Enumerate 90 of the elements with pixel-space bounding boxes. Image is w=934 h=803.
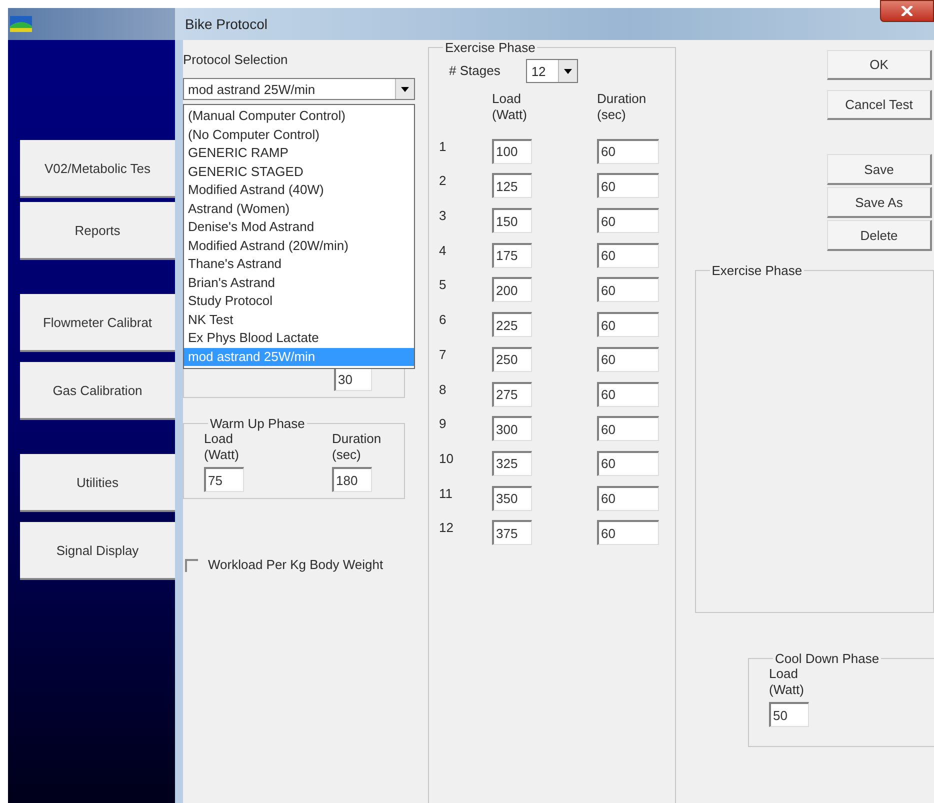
dropdown-option[interactable]: NK Test — [184, 310, 414, 329]
dropdown-option[interactable]: GENERIC STAGED — [184, 162, 414, 181]
app-button[interactable]: Signal Display — [20, 522, 175, 580]
input-field[interactable]: 275 — [492, 382, 532, 406]
unit-label: (sec) — [332, 447, 361, 463]
column-header: Load — [492, 91, 521, 107]
dialog-button[interactable]: Cancel Test — [827, 90, 932, 120]
input-field[interactable]: 60 — [597, 486, 659, 511]
stage-number: 5 — [439, 277, 448, 294]
dropdown-option[interactable]: (No Computer Control) — [184, 126, 414, 144]
dropdown-option[interactable]: (Manual Computer Control) — [184, 107, 414, 126]
stage-number: 11 — [439, 486, 454, 502]
unit-label: (Watt) — [492, 107, 527, 123]
input-field[interactable]: 125 — [492, 173, 532, 198]
dropdown-option[interactable]: GENERIC RAMP — [184, 144, 414, 162]
column-header: Duration — [597, 91, 646, 107]
column-label: Load — [769, 666, 798, 682]
input-field[interactable]: 60 — [597, 520, 659, 546]
dropdown-option[interactable]: Astrand (Women) — [184, 200, 414, 218]
dialog-button[interactable]: OK — [827, 50, 932, 80]
dropdown-option[interactable]: Modified Astrand (20W/min) — [184, 236, 414, 255]
input-field[interactable]: 60 — [597, 346, 659, 372]
app-button[interactable]: V02/Metabolic Tes — [20, 140, 175, 198]
input-field[interactable]: 75 — [204, 467, 244, 492]
stage-number: 1 — [439, 138, 448, 155]
group-title: Exercise Phase — [710, 263, 804, 278]
input-field[interactable]: 200 — [492, 277, 532, 302]
field-label: Protocol Selection — [183, 52, 288, 68]
stage-number: 8 — [439, 382, 448, 398]
input-field[interactable]: 350 — [492, 486, 532, 511]
group-title: Warm Up Phase — [209, 416, 306, 431]
app-button[interactable]: Reports — [20, 202, 175, 260]
input-field[interactable]: 150 — [492, 208, 532, 234]
group-title: Exercise Phase — [444, 40, 536, 55]
input-field[interactable]: 60 — [597, 173, 659, 198]
stage-number: 10 — [439, 450, 454, 467]
caret-icon — [564, 68, 572, 74]
dialog-button[interactable]: Delete — [827, 220, 932, 251]
dropdown-option[interactable]: Thane's Astrand — [184, 255, 414, 274]
close-icon — [901, 6, 913, 16]
input-field[interactable]: 180 — [332, 467, 372, 492]
dropdown-option[interactable]: Ex Phys Blood Lactate — [184, 329, 414, 348]
protocol-dropdown[interactable]: mod astrand 25W/min — [183, 78, 415, 100]
stage-number: 12 — [439, 520, 454, 536]
dialog-button[interactable]: Save — [827, 154, 932, 185]
unit-label: (Watt) — [204, 447, 239, 463]
stage-number: 9 — [439, 416, 448, 432]
unit-label: (sec) — [597, 107, 626, 123]
dropdown-option[interactable]: Brian's Astrand — [184, 274, 414, 292]
input-field[interactable]: 60 — [597, 312, 659, 338]
dropdown-option[interactable]: Modified Astrand (40W) — [184, 181, 414, 200]
stage-number: 6 — [439, 312, 448, 328]
input-field[interactable]: 250 — [492, 346, 532, 372]
stage-number: 4 — [439, 242, 448, 259]
app-icon — [10, 16, 32, 32]
app-button[interactable]: Flowmeter Calibrat — [20, 294, 175, 352]
group-title: Cool Down Phase — [774, 651, 880, 666]
input-field[interactable]: 225 — [492, 312, 532, 338]
input-field[interactable]: 60 — [597, 277, 659, 302]
input-field[interactable]: 100 — [492, 138, 532, 164]
field-label: # Stages — [449, 63, 500, 79]
input-field[interactable]: 325 — [492, 450, 532, 476]
dialog-button[interactable]: Save As — [827, 187, 932, 218]
input-field[interactable]: 60 — [597, 242, 659, 268]
input-field[interactable]: 375 — [492, 520, 532, 546]
checkbox-label: Workload Per Kg Body Weight — [208, 557, 384, 573]
input-field[interactable]: 60 — [597, 382, 659, 406]
column-label: Duration — [332, 431, 382, 447]
stage-number: 7 — [439, 346, 448, 363]
caret-icon — [401, 86, 409, 92]
input-field[interactable]: 300 — [492, 416, 532, 442]
unit-label: (Watt) — [769, 682, 804, 698]
close-button[interactable] — [880, 0, 934, 22]
dropdown-option[interactable]: Denise's Mod Astrand — [184, 218, 414, 236]
input-field[interactable]: 50 — [769, 702, 809, 727]
dropdown-button[interactable] — [395, 79, 414, 99]
stage-number: 2 — [439, 173, 448, 190]
stage-number: 3 — [439, 208, 448, 224]
input-field[interactable]: 60 — [597, 208, 659, 234]
input-field[interactable]: 175 — [492, 242, 532, 268]
stages-dropdown[interactable]: 12 — [526, 59, 578, 83]
window-title: Bike Protocol — [185, 16, 268, 32]
app-button[interactable]: Gas Calibration — [20, 362, 175, 420]
app-button[interactable]: Utilities — [20, 454, 175, 512]
input-field[interactable]: 60 — [597, 450, 659, 476]
input-field[interactable]: 60 — [597, 138, 659, 164]
dropdown-option[interactable]: Study Protocol — [184, 292, 414, 310]
dropdown-button[interactable] — [558, 60, 578, 82]
column-label: Load — [204, 431, 233, 447]
input-field[interactable]: 60 — [597, 416, 659, 442]
